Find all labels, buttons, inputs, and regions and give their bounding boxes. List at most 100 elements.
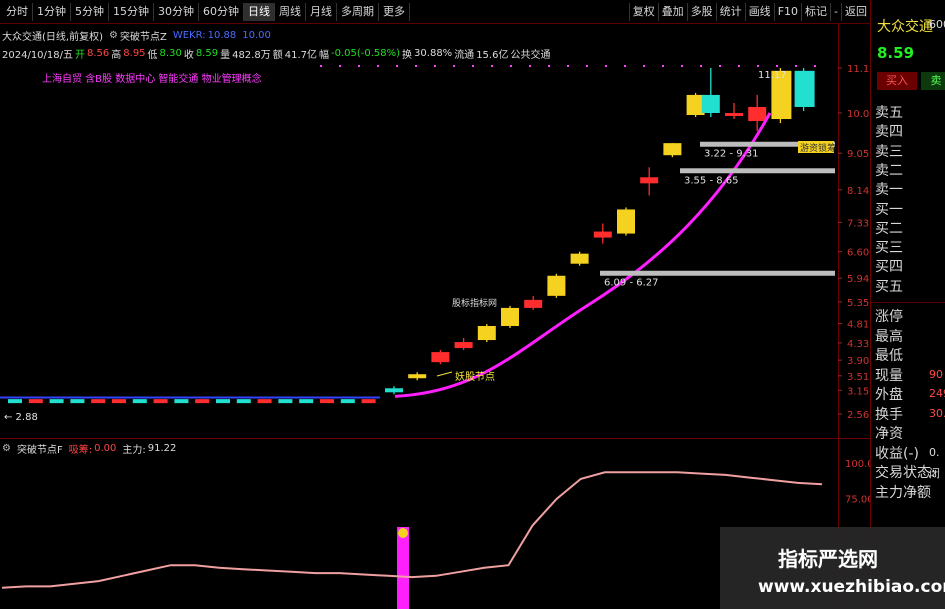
min-price-label: ← 2.88 bbox=[4, 412, 38, 423]
tool-button[interactable]: 复权 bbox=[628, 3, 658, 21]
period-tab[interactable]: 30分钟 bbox=[154, 2, 199, 21]
period-tab[interactable]: 日线 bbox=[244, 2, 275, 21]
signal-dot bbox=[624, 65, 626, 67]
stock-name: 大众交通 bbox=[2, 31, 42, 43]
panel-row-label: 主力净额 bbox=[875, 484, 931, 501]
panel-row-label: 卖二 bbox=[875, 162, 903, 179]
candle bbox=[547, 273, 566, 298]
panel-row-value: 闭 bbox=[929, 467, 940, 480]
high-value: 8.95 bbox=[123, 47, 146, 59]
candle bbox=[70, 399, 85, 404]
wekr-label: WEKR: bbox=[172, 29, 206, 41]
signal-dot bbox=[814, 65, 816, 67]
max-price-label: 11.17 bbox=[758, 70, 787, 81]
resistance-range-bar bbox=[680, 168, 835, 174]
tool-button[interactable]: 统计 bbox=[715, 3, 745, 21]
bar-note: 游资锁筹 bbox=[800, 142, 836, 154]
signal-coin-icon bbox=[398, 528, 408, 538]
breakout-note: 妖股节点 bbox=[455, 370, 495, 383]
panel-row-label: 净资 bbox=[875, 426, 903, 442]
period-tab[interactable]: 1分钟 bbox=[33, 2, 71, 21]
panel-row-label: 收益(-) bbox=[875, 445, 919, 462]
candle bbox=[28, 399, 43, 404]
sub-label-1: 吸筹: bbox=[68, 444, 93, 456]
sub-label-2: 主力: bbox=[122, 444, 146, 456]
signal-dot bbox=[396, 65, 398, 67]
tool-button[interactable]: - bbox=[830, 3, 841, 21]
panel-price: 8.59 bbox=[877, 44, 915, 62]
period-tab[interactable]: 月线 bbox=[306, 2, 337, 21]
period-tab[interactable]: 5分钟 bbox=[71, 2, 109, 21]
main-force-line bbox=[1, 471, 823, 589]
y-axis-label: 8.14 bbox=[847, 186, 869, 197]
y-axis-label: 4.33 bbox=[847, 339, 869, 350]
signal-dot bbox=[529, 65, 531, 67]
signal-dot bbox=[548, 65, 550, 67]
float-label: 流通 bbox=[454, 49, 475, 61]
tool-button[interactable]: F10 bbox=[773, 3, 801, 21]
period-mode: (日线,前复权) bbox=[42, 31, 103, 43]
panel-row-label: 换手 bbox=[875, 406, 903, 423]
signal-dot bbox=[377, 65, 379, 67]
panel-row-value: 30. bbox=[929, 406, 945, 420]
pane-divider bbox=[0, 438, 870, 439]
candle bbox=[640, 167, 659, 196]
candle bbox=[340, 399, 355, 404]
sell-button[interactable]: 卖 bbox=[921, 72, 945, 90]
sub-indicator-name[interactable]: 突破节点F bbox=[17, 441, 63, 456]
candle bbox=[132, 399, 147, 404]
sub-axis-label: 75.00 bbox=[845, 494, 870, 505]
candle bbox=[195, 399, 210, 404]
resistance-range-bar bbox=[600, 270, 835, 276]
low-value: 8.30 bbox=[159, 47, 182, 59]
period-tab[interactable]: 60分钟 bbox=[199, 2, 244, 21]
signal-dot bbox=[453, 65, 455, 67]
signal-dot bbox=[510, 65, 512, 67]
candle bbox=[236, 399, 251, 404]
source-text: 股标指标网 bbox=[452, 297, 497, 309]
signal-dot bbox=[434, 65, 436, 67]
y-axis-label: 6.60 bbox=[847, 248, 869, 259]
signal-dot bbox=[776, 65, 778, 67]
period-tab[interactable]: 15分钟 bbox=[109, 2, 154, 21]
chart-tools: 复权 叠加 多股 统计 画线 F10 标记 - 返回 bbox=[628, 0, 870, 24]
signal-dot bbox=[757, 65, 759, 67]
tool-button[interactable]: 标记 bbox=[801, 3, 830, 21]
main-price-chart[interactable]: 3.22 - 9.31 3.55 - 8.65 6.09 - 6.27 11.17 1… bbox=[0, 62, 870, 438]
indicator-name[interactable]: 突破节点Z bbox=[120, 28, 167, 43]
period-tab[interactable]: 分时 bbox=[2, 2, 33, 21]
quote-date: 2024/10/18/五 bbox=[2, 49, 74, 61]
low-label: 低 bbox=[147, 49, 158, 61]
candle bbox=[299, 399, 314, 404]
candle bbox=[49, 399, 64, 404]
period-tab[interactable]: 更多 bbox=[379, 2, 410, 21]
buy-button[interactable]: 买入 bbox=[877, 72, 917, 90]
sub-gear-icon[interactable]: ⚙ bbox=[2, 443, 11, 454]
indicator-gear-icon[interactable]: ⚙ bbox=[109, 30, 118, 41]
panel-row-label: 买四 bbox=[875, 259, 903, 276]
range-label: 6.09 - 6.27 bbox=[604, 278, 659, 289]
candle bbox=[501, 305, 519, 329]
tool-button[interactable]: 返回 bbox=[841, 3, 870, 21]
candle bbox=[617, 207, 635, 236]
candle bbox=[794, 68, 815, 111]
quote-row: 2024/10/18/五 开 8.56 高 8.95 低 8.30 收 8.59 量 48… bbox=[2, 46, 550, 61]
signal-dot bbox=[491, 65, 493, 67]
panel-row-label: 买一 bbox=[875, 201, 903, 218]
tool-button[interactable]: 画线 bbox=[744, 3, 774, 21]
signal-dot bbox=[662, 65, 664, 67]
panel-row-label: 涨停 bbox=[875, 309, 903, 325]
sub-value-2: 91.22 bbox=[147, 442, 177, 454]
signal-dot bbox=[358, 65, 360, 67]
period-tab[interactable]: 周线 bbox=[275, 2, 306, 21]
signal-dot bbox=[719, 65, 721, 67]
period-tab[interactable]: 多周期 bbox=[337, 2, 379, 21]
candle bbox=[408, 372, 427, 381]
panel-row-label: 外盘 bbox=[875, 387, 903, 403]
high-label: 高 bbox=[111, 49, 122, 61]
tool-button[interactable]: 多股 bbox=[686, 3, 716, 21]
candle bbox=[91, 399, 106, 404]
panel-row-label: 买三 bbox=[875, 240, 903, 257]
tool-button[interactable]: 叠加 bbox=[657, 3, 687, 21]
panel-row-label: 交易状态: bbox=[875, 465, 936, 481]
